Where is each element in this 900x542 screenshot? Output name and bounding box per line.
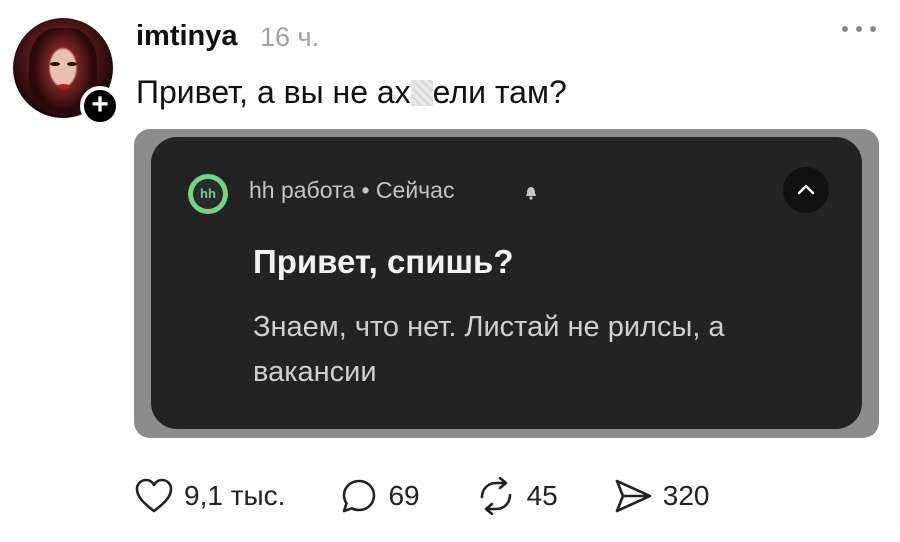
avatar-eye-left (50, 62, 60, 66)
censor-blur (410, 80, 433, 106)
repost-count: 45 (526, 480, 558, 511)
ellipsis-icon (842, 26, 876, 32)
comment-button[interactable]: 69 (340, 477, 420, 515)
share-button[interactable]: 320 (613, 477, 710, 515)
bell-icon (526, 187, 536, 200)
heart-icon (135, 478, 173, 513)
more-options-icon[interactable] (838, 20, 880, 36)
notification-card[interactable]: hh hh работа • Сейчас Привет, спишь? Зна… (151, 137, 862, 429)
post-text-part-1: Привет, а вы не ах (136, 74, 411, 110)
post-text: Привет, а вы не ах ели там? (136, 74, 567, 111)
follow-plus-icon[interactable]: + (80, 86, 120, 126)
username[interactable]: imtinya (136, 20, 238, 53)
repost-button[interactable]: 45 (475, 477, 558, 515)
hh-app-icon: hh (188, 174, 228, 214)
avatar-eye-right (67, 62, 77, 66)
comment-count: 69 (388, 480, 420, 511)
send-icon (615, 479, 652, 513)
repost-icon (480, 477, 511, 515)
notification-body: Знаем, что нет. Листай не рилсы, а вакан… (253, 311, 725, 388)
chevron-up-icon (797, 184, 815, 195)
like-count: 9,1 тыс. (184, 480, 286, 511)
notification-title: Привет, спишь? (253, 243, 514, 280)
hh-app-icon-label: hh (193, 179, 223, 209)
like-button[interactable]: 9,1 тыс. (134, 477, 285, 515)
avatar-lips (57, 84, 70, 89)
notification-app-name: hh работа • Сейчас (249, 177, 455, 203)
share-count: 320 (662, 480, 710, 511)
post-actions-bar: 9,1 тыс. 69 45 320 (134, 476, 764, 516)
collapse-button[interactable] (783, 167, 829, 213)
post-text-part-2: ели там? (432, 74, 567, 110)
timestamp: 16 ч. (260, 22, 320, 52)
comment-icon (343, 479, 376, 513)
